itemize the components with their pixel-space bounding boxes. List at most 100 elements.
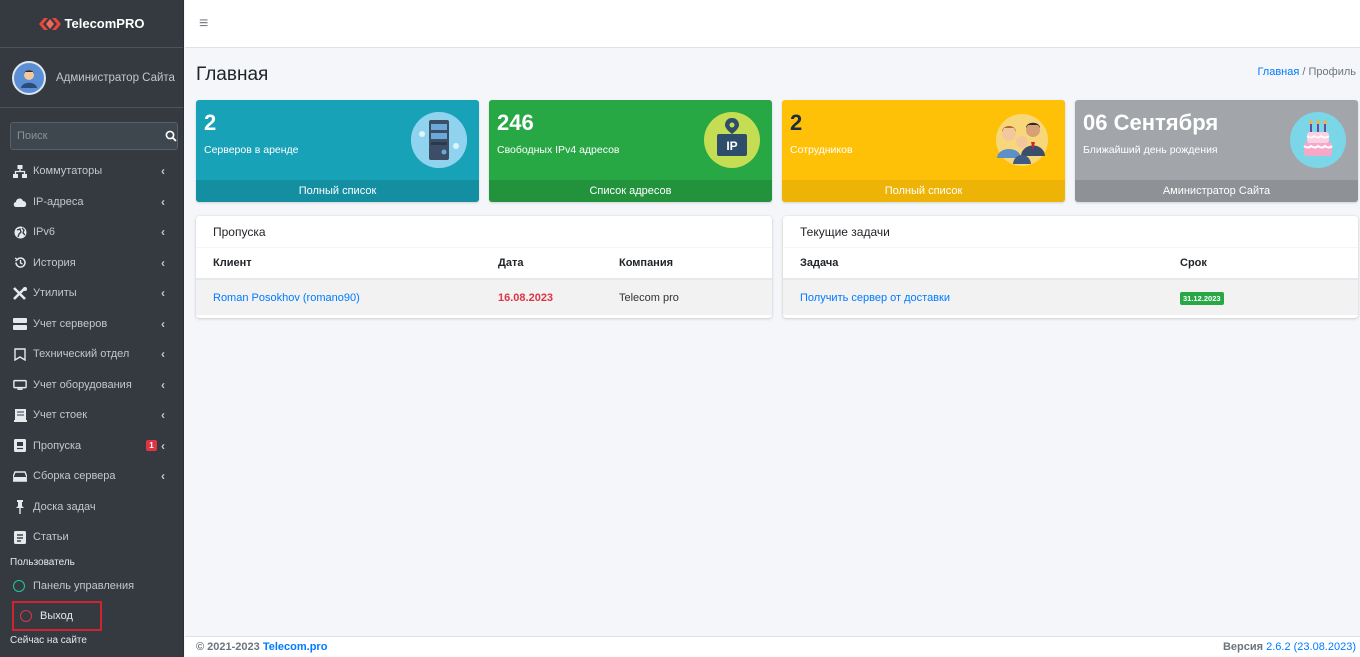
footer-version: Версия 2.6.2 (23.08.2023) (1223, 641, 1356, 653)
pin-icon (13, 499, 27, 514)
main-content: Главная Главная / Профиль 2 Серверов в а… (185, 48, 1360, 636)
cake-icon (1290, 112, 1346, 168)
sidebar-item-label: Учет оборудования (33, 378, 132, 391)
sidebar-item-articles[interactable]: Статьи (0, 522, 183, 553)
cloud-icon (13, 195, 27, 209)
chevron-left-icon: ‹ (161, 194, 165, 209)
sidebar-item-switches[interactable]: Коммутаторы ‹ (0, 156, 183, 187)
circle-icon (13, 579, 25, 592)
monitor-icon (13, 378, 27, 392)
sidebar-item-label: Статьи (33, 531, 69, 544)
card-title: Текущие задачи (783, 216, 1358, 248)
search-input[interactable] (10, 122, 165, 150)
breadcrumb-separator: / (1299, 66, 1309, 78)
search-button[interactable] (165, 122, 178, 150)
chevron-left-icon: ‹ (161, 469, 165, 484)
sidebar-item-label: Сборка сервера (33, 470, 116, 483)
sidebar-item-label: Панель управления (33, 579, 135, 592)
chevron-left-icon: ‹ (161, 255, 165, 270)
sidebar-item-tech-dept[interactable]: Технический отдел ‹ (0, 339, 183, 370)
top-navbar: ≡ (185, 0, 1360, 48)
sidebar-item-servers[interactable]: Учет серверов ‹ (0, 309, 183, 340)
column-header: Клиент (196, 248, 498, 280)
ip-icon: IP (704, 112, 760, 168)
sidebar-item-control-panel[interactable]: Панель управления (0, 571, 183, 602)
circle-icon (20, 610, 32, 622)
server-rack-icon (411, 112, 467, 168)
sidebar-item-label: Технический отдел (33, 348, 130, 361)
sidebar-item-label: IPv6 (33, 226, 56, 239)
card-title: Пропуска (196, 216, 772, 248)
network-icon (13, 164, 27, 178)
stat-box-employees: 2 Сотрудников Полный список (782, 100, 1065, 202)
pass-date: 16.08.2023 (498, 291, 554, 304)
telecompro-logo-icon (38, 17, 61, 31)
sidebar-item-equipment[interactable]: Учет оборудования ‹ (0, 370, 183, 401)
chevron-left-icon: ‹ (161, 225, 165, 240)
sidebar-item-utilities[interactable]: Утилиты ‹ (0, 278, 183, 309)
chevron-left-icon: ‹ (161, 347, 165, 362)
sidebar-item-ip[interactable]: IP-адреса ‹ (0, 187, 183, 218)
chevron-left-icon: ‹ (161, 286, 165, 301)
hdd-icon (13, 469, 27, 483)
sidebar-item-label: История (33, 256, 76, 269)
online-now-label: Сейчас на сайте (10, 635, 87, 646)
sidebar-item-racks[interactable]: Учет стоек ‹ (0, 400, 183, 431)
sidebar-item-label: Коммутаторы (33, 165, 103, 178)
stat-box-birthday: 06 Сентября Ближайший день рождения Амин… (1075, 100, 1358, 202)
history-icon (13, 256, 27, 270)
logout-button[interactable]: Выход (12, 601, 102, 631)
footer-site-link[interactable]: Telecom.pro (263, 641, 328, 653)
sidebar-item-label: Утилиты (33, 287, 77, 300)
sidebar-item-label: Учет стоек (33, 409, 88, 422)
bookmark-icon (13, 347, 27, 361)
sidebar-item-task-board[interactable]: Доска задач (0, 492, 183, 523)
menu-toggle-icon[interactable]: ≡ (199, 15, 208, 33)
sidebar-item-label: Доска задач (33, 500, 96, 513)
table-row: Получить сервер от доставки 31.12.2023 (783, 279, 1358, 315)
sidebar-item-label: Учет серверов (33, 317, 108, 330)
stat-footer-link[interactable]: Аминистратор Сайта (1075, 180, 1358, 202)
stat-footer-link[interactable]: Список адресов (489, 180, 772, 202)
sidebar-item-label: Пропуска (33, 439, 82, 452)
user-name: Администратор Сайта (56, 71, 175, 84)
chevron-left-icon: ‹ (161, 438, 165, 453)
breadcrumb: Главная / Профиль (1257, 66, 1356, 78)
chevron-left-icon: ‹ (161, 164, 165, 179)
passes-table: Клиент Дата Компания Roman Posokhov (rom… (196, 248, 772, 315)
sidebar: TelecomPRO Администратор Сайта Коммутато… (0, 0, 184, 657)
stat-box-ipv4: 246 Свободных IPv4 адресов IP Список адр… (489, 100, 772, 202)
pass-icon (13, 439, 27, 453)
chevron-left-icon: ‹ (161, 408, 165, 423)
version-link[interactable]: 2.6.2 (23.08.2023) (1266, 641, 1356, 653)
deadline-badge: 31.12.2023 (1180, 291, 1224, 305)
article-icon (13, 530, 27, 544)
brand-name: TelecomPRO (64, 16, 145, 31)
stat-footer-link[interactable]: Полный список (782, 180, 1065, 202)
version-label: Версия (1222, 641, 1267, 653)
globe-icon (13, 225, 27, 239)
user-panel[interactable]: Администратор Сайта (0, 48, 183, 108)
client-link[interactable]: Roman Posokhov (romano90) (213, 292, 360, 304)
sidebar-item-passes[interactable]: Пропуска 1 ‹ (0, 431, 183, 462)
server-icon (13, 317, 27, 331)
task-link[interactable]: Получить сервер от доставки (800, 292, 950, 304)
sidebar-header-user: Пользователь (10, 556, 75, 568)
brand-link[interactable]: TelecomPRO (0, 0, 183, 48)
sidebar-item-server-build[interactable]: Сборка сервера ‹ (0, 461, 183, 492)
column-header: Компания (619, 248, 772, 280)
stat-boxes: 2 Серверов в аренде Полный список 246 Св… (196, 100, 1358, 202)
chevron-left-icon: ‹ (161, 316, 165, 331)
pass-company: Telecom pro (619, 291, 679, 304)
avatar (12, 60, 46, 95)
sidebar-item-history[interactable]: История ‹ (0, 248, 183, 279)
sidebar-item-ipv6[interactable]: IPv6 ‹ (0, 217, 183, 248)
breadcrumb-home-link[interactable]: Главная (1257, 66, 1299, 78)
logout-label: Выход (40, 610, 73, 622)
copyright-text: © 2021-2023 (196, 641, 263, 653)
column-header: Дата (498, 248, 619, 280)
notification-badge: 1 (146, 440, 157, 452)
footer-copyright: © 2021-2023 Telecom.pro (196, 641, 327, 653)
table-header-row: Задача Срок (783, 248, 1358, 280)
stat-footer-link[interactable]: Полный список (196, 180, 479, 202)
